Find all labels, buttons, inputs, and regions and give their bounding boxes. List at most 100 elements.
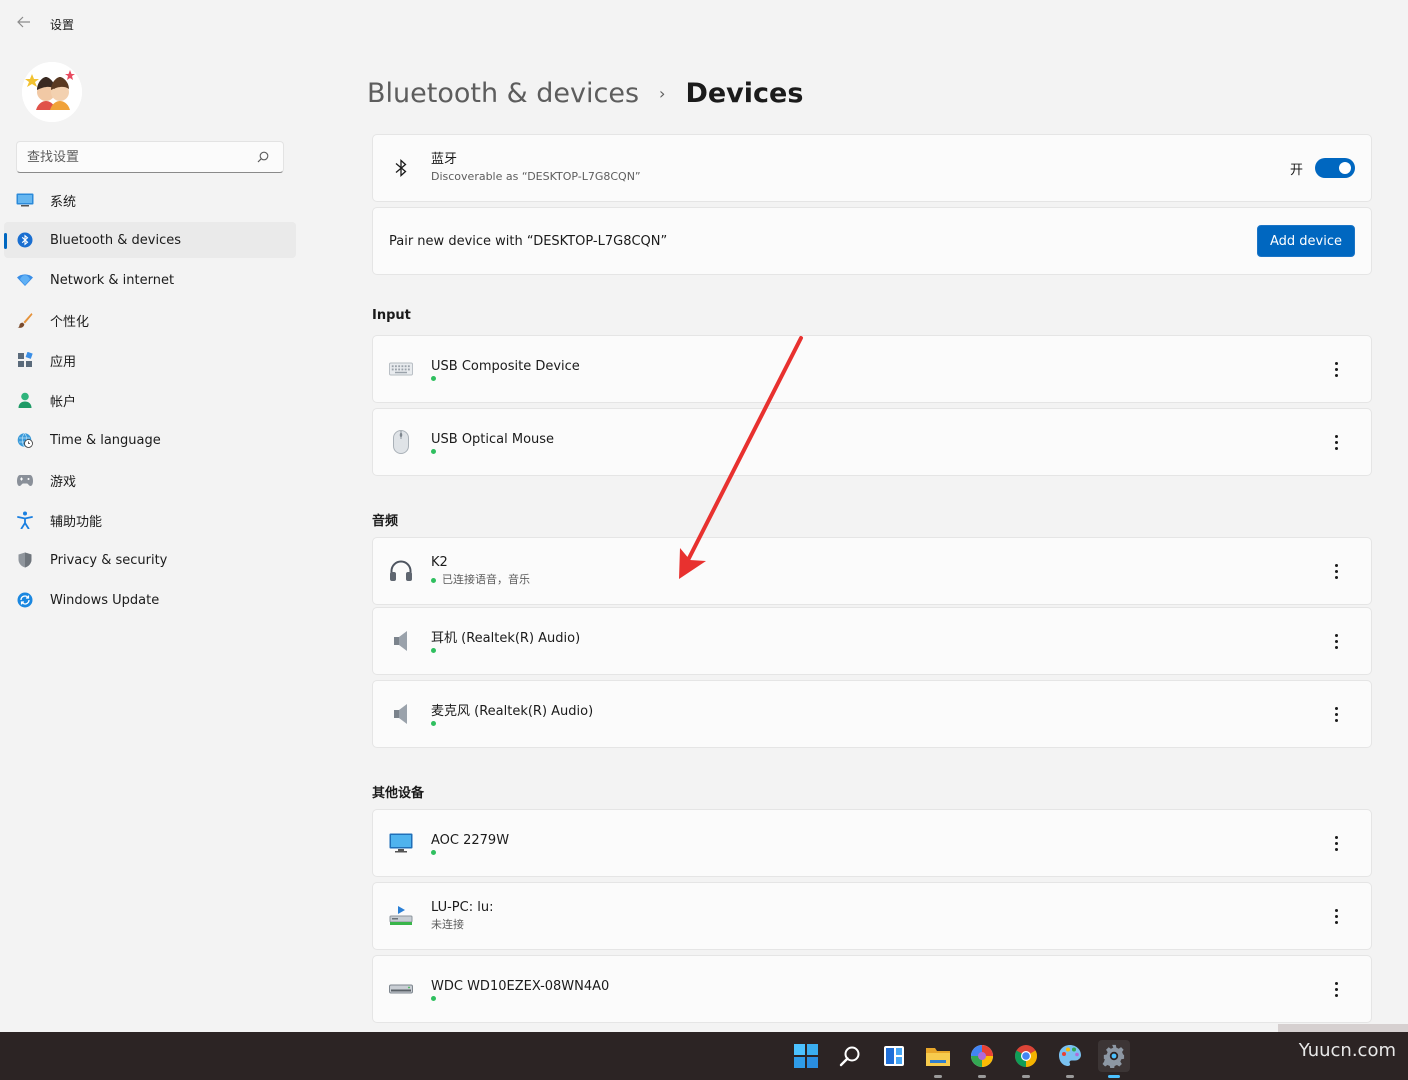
device-card[interactable]: USB Composite Device <box>372 335 1372 403</box>
back-arrow-icon <box>17 16 30 28</box>
paint-palette-icon <box>1059 1045 1081 1066</box>
more-options-button[interactable] <box>1329 430 1343 454</box>
avatar-image-icon <box>22 62 82 122</box>
connected-dot-icon <box>431 849 436 855</box>
section-title-audio: 音频 <box>372 514 399 529</box>
more-options-button[interactable] <box>1329 831 1343 855</box>
device-status-text: 未连接 <box>431 918 464 931</box>
device-name: USB Optical Mouse <box>431 431 555 447</box>
section-title-other: 其他设备 <box>372 786 425 801</box>
sidebar-item-label: Windows Update <box>50 592 160 608</box>
device-card[interactable]: AOC 2279W <box>372 809 1372 877</box>
widgets-icon <box>884 1046 904 1066</box>
device-status <box>431 720 593 726</box>
device-card[interactable]: 麦克风 (Realtek(R) Audio) <box>372 680 1372 748</box>
chrome-button[interactable] <box>1010 1040 1042 1078</box>
sidebar-item-label: Time & language <box>50 432 161 448</box>
sidebar-item-label: 帐户 <box>50 394 77 410</box>
sidebar-item-label: 个性化 <box>50 314 90 330</box>
task-view-button[interactable] <box>878 1040 910 1072</box>
more-options-button[interactable] <box>1329 629 1343 653</box>
pinwheel-app-icon <box>971 1045 993 1067</box>
device-status <box>431 849 509 855</box>
device-card[interactable]: 耳机 (Realtek(R) Audio) <box>372 607 1372 675</box>
device-card[interactable]: WDC WD10EZEX-08WN4A0 <box>372 955 1372 1023</box>
search-input[interactable] <box>17 149 253 165</box>
taskbar-search-button[interactable] <box>834 1040 866 1072</box>
scrollbar-track[interactable] <box>1278 1024 1408 1032</box>
sidebar-item-privacy[interactable]: Privacy & security <box>4 542 296 578</box>
monitor-icon <box>389 831 413 855</box>
sidebar-item-bluetooth-devices[interactable]: Bluetooth & devices <box>4 222 296 258</box>
user-icon <box>16 391 34 409</box>
bluetooth-toggle-group: 开 <box>1290 158 1355 178</box>
breadcrumb: Bluetooth & devices › Devices <box>367 78 803 109</box>
device-name: 麦克风 (Realtek(R) Audio) <box>431 703 594 719</box>
sidebar-item-gaming[interactable]: 游戏 <box>4 462 296 498</box>
chrome-icon <box>1015 1045 1037 1067</box>
sidebar-item-accessibility[interactable]: 辅助功能 <box>4 502 296 538</box>
sidebar-item-personalization[interactable]: 个性化 <box>4 302 296 338</box>
bluetooth-title: 蓝牙 <box>431 152 458 167</box>
hard-drive-icon <box>389 977 413 1001</box>
device-name: 耳机 (Realtek(R) Audio) <box>431 630 581 646</box>
headphones-icon <box>389 559 413 583</box>
device-text: AOC 2279W <box>431 832 509 855</box>
breadcrumb-parent[interactable]: Bluetooth & devices <box>367 78 639 109</box>
media-server-icon <box>389 904 413 928</box>
more-options-button[interactable] <box>1329 702 1343 726</box>
gamepad-icon <box>16 471 34 489</box>
speaker-icon <box>389 629 413 653</box>
sidebar-item-label: Bluetooth & devices <box>50 232 181 248</box>
avatar[interactable] <box>22 62 82 122</box>
accessibility-icon <box>16 511 34 529</box>
more-options-button[interactable] <box>1329 977 1343 1001</box>
device-status <box>431 647 580 653</box>
watermark: Yuucn.com <box>1298 1040 1396 1061</box>
sidebar-item-network[interactable]: Network & internet <box>4 262 296 298</box>
more-options-button[interactable] <box>1329 357 1343 381</box>
sidebar-item-apps[interactable]: 应用 <box>4 342 296 378</box>
back-button[interactable] <box>14 14 34 34</box>
device-name: AOC 2279W <box>431 832 510 848</box>
more-options-button[interactable] <box>1329 904 1343 928</box>
folder-icon <box>926 1048 950 1066</box>
bluetooth-subtitle: Discoverable as “DESKTOP-L7G8CQN” <box>431 170 641 183</box>
device-name: K2 <box>431 555 448 570</box>
settings-app-button[interactable] <box>1098 1040 1130 1078</box>
device-status <box>431 375 580 381</box>
nav-list: 系统 Bluetooth & devices Network & interne… <box>4 182 296 622</box>
start-button[interactable] <box>790 1040 822 1072</box>
title-bar: 设置 <box>0 0 1408 48</box>
device-name: LU-PC: lu: <box>431 900 494 915</box>
device-card[interactable]: USB Optical Mouse <box>372 408 1372 476</box>
device-text: 耳机 (Realtek(R) Audio) <box>431 630 580 653</box>
search-box[interactable] <box>16 141 284 173</box>
device-text: K2 已连接语音，音乐 <box>431 554 530 588</box>
add-device-button[interactable]: Add device <box>1256 225 1355 257</box>
search-icon[interactable] <box>253 147 273 167</box>
device-card[interactable]: K2 已连接语音，音乐 <box>372 537 1372 605</box>
device-card[interactable]: LU-PC: lu: 未连接 <box>372 882 1372 950</box>
more-options-button[interactable] <box>1329 559 1343 583</box>
pair-device-label: Pair new device with “DESKTOP-L7G8CQN” <box>389 233 668 249</box>
pair-device-card: Pair new device with “DESKTOP-L7G8CQN” A… <box>372 207 1372 275</box>
sidebar-item-label: 应用 <box>50 354 77 370</box>
sidebar-item-time-language[interactable]: Time & language <box>4 422 296 458</box>
bluetooth-toggle[interactable] <box>1315 158 1355 178</box>
connected-dot-icon <box>431 647 436 653</box>
device-text: 麦克风 (Realtek(R) Audio) <box>431 703 593 726</box>
paint-app-button[interactable] <box>1054 1040 1086 1078</box>
update-icon <box>16 591 34 609</box>
file-explorer-button[interactable] <box>922 1040 954 1078</box>
connected-dot-icon <box>431 995 436 1001</box>
device-name: WDC WD10EZEX-08WN4A0 <box>431 978 610 994</box>
sidebar-item-system[interactable]: 系统 <box>4 182 296 218</box>
photos-app-button[interactable] <box>966 1040 998 1078</box>
sidebar-item-accounts[interactable]: 帐户 <box>4 382 296 418</box>
search-icon <box>839 1046 860 1067</box>
sidebar-item-windows-update[interactable]: Windows Update <box>4 582 296 618</box>
keyboard-icon <box>389 357 413 381</box>
section-title-input: Input <box>372 308 411 323</box>
speaker-icon <box>389 702 413 726</box>
